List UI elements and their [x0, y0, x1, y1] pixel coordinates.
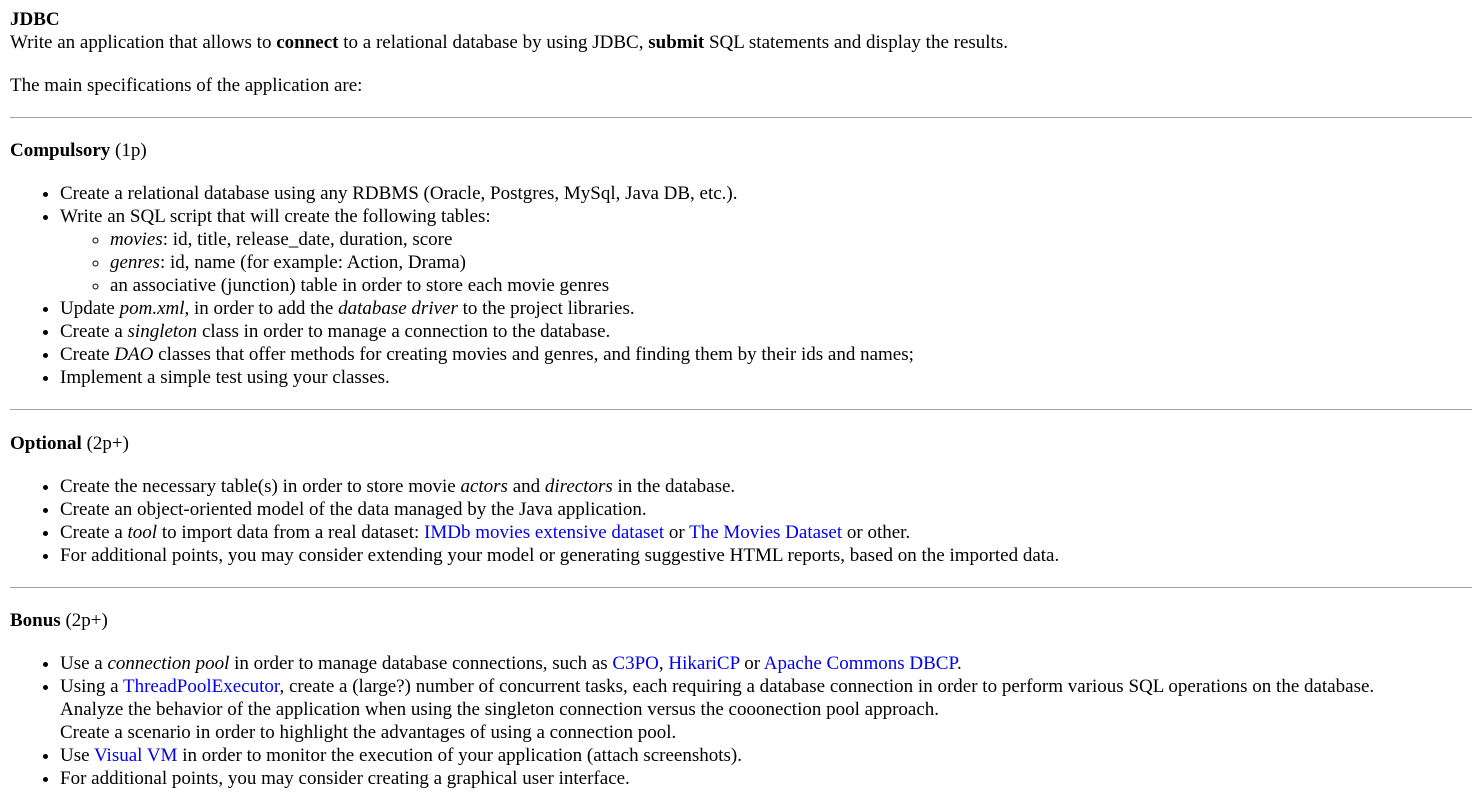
table-description: an associative (junction) table in order…	[110, 275, 610, 296]
visualvm-link[interactable]: Visual VM	[94, 745, 178, 766]
list-item-text: Create a relational database using any R…	[60, 183, 738, 204]
list-item-text: to import data from a real dataset:	[157, 522, 425, 543]
list-item-text: Use	[60, 745, 94, 766]
table-columns: : id, title, release_date, duration, sco…	[162, 229, 453, 250]
list-item-text: in the database.	[612, 476, 736, 497]
section-divider	[10, 409, 1472, 410]
imdb-dataset-link[interactable]: IMDb movies extensive dataset	[424, 522, 664, 543]
table-columns: : id, name (for example: Action, Drama)	[159, 252, 466, 273]
section-points: (2p+)	[60, 610, 108, 631]
intro-paragraph: Write an application that allows to conn…	[10, 31, 1474, 54]
bonus-list: Use a connection pool in order to manage…	[10, 652, 1474, 790]
list-item-text: Create a scenario in order to highlight …	[60, 722, 677, 743]
list-item-text: or other.	[842, 522, 911, 543]
emphasis-text: DAO	[114, 344, 154, 365]
list-item-text: Update	[60, 298, 120, 319]
c3po-link[interactable]: C3PO	[612, 653, 658, 674]
intro-text: SQL statements and display the results.	[704, 32, 1008, 53]
list-item-text: Create an object-oriented model of the d…	[60, 499, 647, 520]
movies-dataset-link[interactable]: The Movies Dataset	[689, 522, 842, 543]
intro-keyword-connect: connect	[276, 32, 339, 53]
optional-heading: Optional (2p+)	[10, 432, 1474, 455]
emphasis-text: pom.xml	[119, 298, 185, 319]
bonus-list-container: Use a connection pool in order to manage…	[10, 652, 1474, 790]
list-item-text: and	[507, 476, 545, 497]
list-item-text: or	[664, 522, 690, 543]
list-item-text: classes that offer methods for creating …	[153, 344, 914, 365]
apache-dbcp-link[interactable]: Apache Commons DBCP	[764, 653, 957, 674]
hikaricp-link[interactable]: HikariCP	[668, 653, 739, 674]
sublist-item: movies: id, title, release_date, duratio…	[110, 228, 1474, 251]
list-item-text: Create a	[60, 522, 128, 543]
sublist-item: genres: id, name (for example: Action, D…	[110, 251, 1474, 274]
list-item: Update pom.xml, in order to add the data…	[60, 297, 1474, 320]
list-item-text: For additional points, you may consider …	[60, 545, 1060, 566]
table-name: movies	[110, 229, 163, 250]
list-item: Implement a simple test using your class…	[60, 366, 1474, 389]
list-item: Create an object-oriented model of the d…	[60, 498, 1474, 521]
list-item: Create a tool to import data from a real…	[60, 521, 1474, 544]
list-item-text: class in order to manage a connection to…	[197, 321, 611, 342]
tables-sublist: movies: id, title, release_date, duratio…	[60, 228, 1474, 297]
list-item: Use a connection pool in order to manage…	[60, 652, 1474, 675]
section-title: Compulsory	[10, 140, 111, 161]
optional-list-container: Create the necessary table(s) in order t…	[10, 475, 1474, 567]
list-item-text: Write an SQL script that will create the…	[60, 206, 491, 227]
list-item-text: Use a	[60, 653, 108, 674]
list-item-text: Create the necessary table(s) in order t…	[60, 476, 461, 497]
list-item: Using a ThreadPoolExecutor, create a (la…	[60, 675, 1474, 744]
list-item: For additional points, you may consider …	[60, 767, 1474, 790]
section-title: Optional	[10, 433, 82, 454]
list-item-text: Create a	[60, 321, 128, 342]
section-divider	[10, 587, 1472, 588]
compulsory-list-container: Create a relational database using any R…	[10, 182, 1474, 389]
list-item-text: Create	[60, 344, 115, 365]
emphasis-text: singleton	[127, 321, 198, 342]
list-item-text: , create a (large?) number of concurrent…	[279, 676, 1375, 697]
intro-text: to a relational database by using JDBC,	[338, 32, 649, 53]
emphasis-text: connection pool	[107, 653, 230, 674]
intro-text: Write an application that allows to	[10, 32, 277, 53]
emphasis-text: tool	[127, 522, 158, 543]
emphasis-text: actors	[460, 476, 508, 497]
compulsory-list: Create a relational database using any R…	[10, 182, 1474, 389]
list-item-text: to the project libraries.	[457, 298, 635, 319]
list-item: Use Visual VM in order to monitor the ex…	[60, 744, 1474, 767]
sublist-item: an associative (junction) table in order…	[110, 274, 1474, 297]
list-item-text: .	[956, 653, 962, 674]
list-item-text: in order to manage database connections,…	[229, 653, 613, 674]
list-item-text: in order to monitor the execution of you…	[177, 745, 743, 766]
section-points: (2p+)	[81, 433, 129, 454]
emphasis-text: directors	[544, 476, 613, 497]
specifications-intro: The main specifications of the applicati…	[10, 75, 363, 96]
optional-list: Create the necessary table(s) in order t…	[10, 475, 1474, 567]
section-title: Bonus	[10, 610, 61, 631]
section-divider	[10, 117, 1472, 118]
threadpoolexecutor-link[interactable]: ThreadPoolExecutor	[123, 676, 279, 697]
table-name: genres	[110, 252, 160, 273]
bonus-heading: Bonus (2p+)	[10, 609, 1474, 632]
list-item: Create a relational database using any R…	[60, 182, 1474, 205]
list-item-text: or	[739, 653, 764, 674]
list-item-text: Using a	[60, 676, 123, 697]
list-item-text: For additional points, you may consider …	[60, 768, 630, 789]
compulsory-heading: Compulsory (1p)	[10, 139, 1474, 162]
intro-section: JDBC Write an application that allows to…	[10, 8, 1474, 54]
page-title: JDBC	[10, 9, 60, 30]
emphasis-text: database driver	[338, 298, 458, 319]
list-item: Create DAO classes that offer methods fo…	[60, 343, 1474, 366]
list-item: Write an SQL script that will create the…	[60, 205, 1474, 297]
list-item-text: Implement a simple test using your class…	[60, 367, 390, 388]
list-item-text: ,	[658, 653, 669, 674]
intro-keyword-submit: submit	[648, 32, 705, 53]
list-item: Create a singleton class in order to man…	[60, 320, 1474, 343]
list-item-text: Analyze the behavior of the application …	[60, 699, 940, 720]
document-page: JDBC Write an application that allows to…	[0, 0, 1474, 805]
list-item: Create the necessary table(s) in order t…	[60, 475, 1474, 498]
list-item-text: , in order to add the	[184, 298, 339, 319]
list-item: For additional points, you may consider …	[60, 544, 1474, 567]
section-points: (1p)	[110, 140, 147, 161]
